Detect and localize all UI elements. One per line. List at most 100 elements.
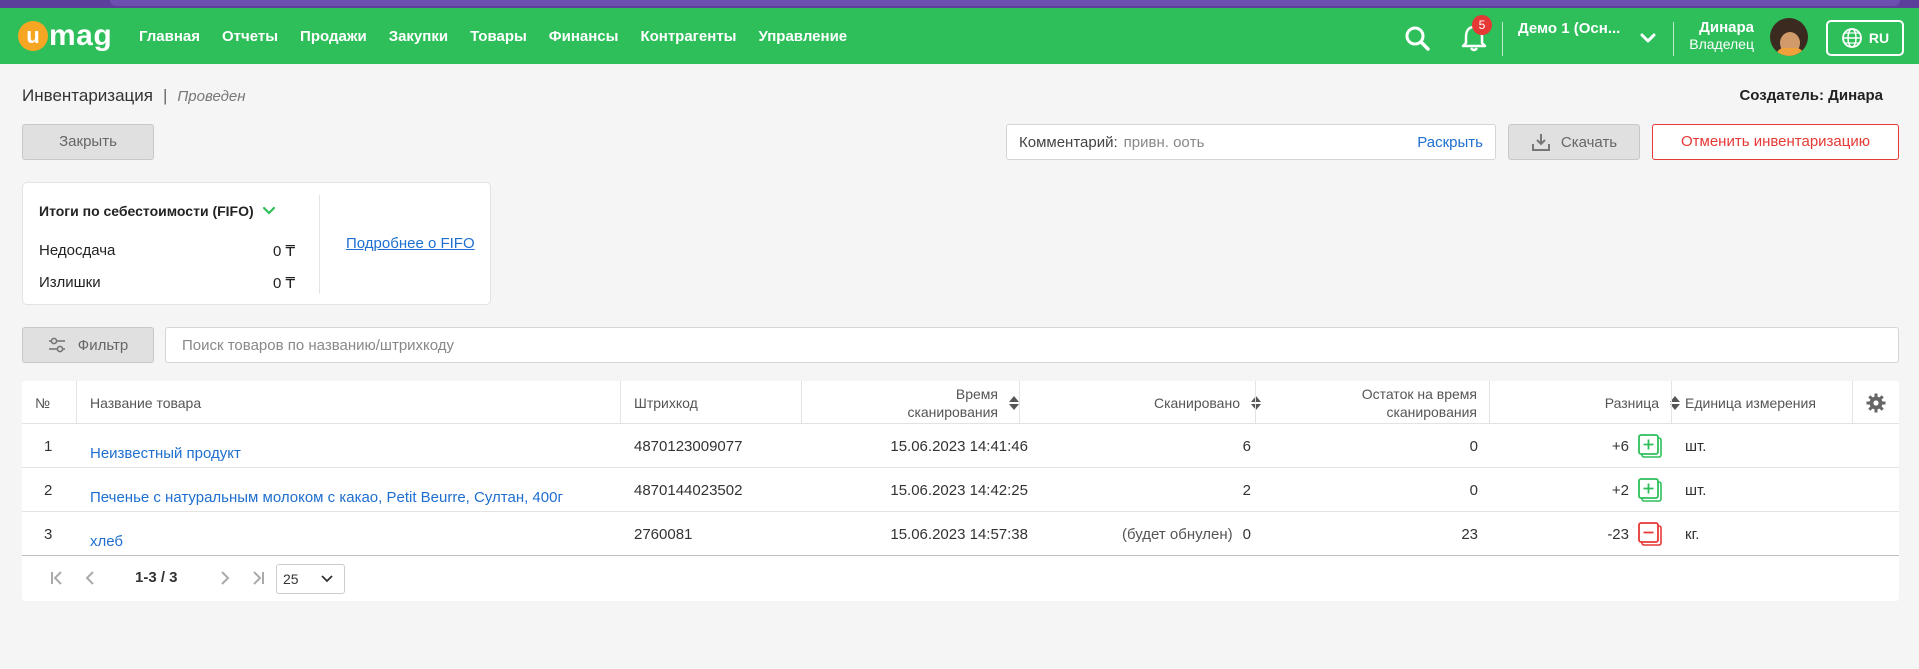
menu-item-reports[interactable]: Отчеты: [222, 28, 278, 45]
user-info[interactable]: Динара Владелец: [1680, 19, 1754, 53]
col-divider: [1255, 381, 1256, 424]
row-scanned: 6: [1032, 424, 1251, 468]
chevron-down-icon: [262, 206, 275, 215]
sliders-icon: [48, 337, 65, 353]
inventory-table: № Название товара Штрихкод Время сканиро…: [22, 381, 1899, 601]
row-barcode: 2760081: [634, 525, 693, 543]
download-button[interactable]: Скачать: [1508, 124, 1640, 160]
row-unit: кг.: [1685, 525, 1700, 543]
avatar[interactable]: [1770, 18, 1808, 56]
comment-field[interactable]: Комментарий: привн. оoть Раскрыть: [1006, 124, 1496, 160]
notification-badge: 5: [1472, 15, 1492, 35]
row-scanned: 2: [1032, 468, 1251, 512]
row-scanned: (будет обнулен) 0: [1032, 512, 1251, 556]
page-title-text: Инвентаризация: [22, 86, 153, 105]
table-row[interactable]: 2 Печенье с натуральным молоком с какао,…: [22, 468, 1899, 512]
fifo-more-link[interactable]: Подробнее о FIFO: [346, 235, 475, 252]
col-divider: [620, 381, 621, 424]
gear-icon[interactable]: [1866, 393, 1886, 413]
menu-item-counterparties[interactable]: Контрагенты: [640, 28, 736, 45]
row-diff: -23: [1502, 512, 1663, 556]
search-icon[interactable]: [1403, 24, 1431, 52]
col-scanned[interactable]: Сканировано: [1032, 381, 1262, 424]
page-range: 1-3 / 3: [135, 569, 178, 586]
col-name: Название товара: [90, 394, 202, 411]
product-link[interactable]: хлеб: [90, 512, 123, 556]
col-scan-time-line1: Время: [955, 385, 998, 402]
logo-circle: u: [18, 21, 48, 51]
row-unit: шт.: [1685, 437, 1707, 455]
product-link[interactable]: Неизвестный продукт: [90, 424, 241, 468]
col-stock-line1: Остаток на время: [1361, 385, 1477, 402]
status-badge: Проведен: [177, 88, 246, 105]
table-header: № Название товара Штрихкод Время сканиро…: [22, 381, 1899, 424]
last-page-icon[interactable]: [249, 568, 267, 588]
col-divider: [76, 381, 77, 424]
first-page-icon[interactable]: [48, 568, 66, 588]
user-name: Динара: [1699, 19, 1754, 36]
comment-label: Комментарий:: [1019, 133, 1118, 151]
menu-item-sales[interactable]: Продажи: [300, 28, 367, 45]
page-size-select[interactable]: 25: [276, 564, 345, 594]
pagination: 1-3 / 3 25: [22, 557, 1899, 601]
umag-logo[interactable]: u mag: [18, 19, 112, 53]
download-icon: [1531, 134, 1550, 151]
row-barcode: 4870123009077: [634, 437, 743, 455]
next-page-icon[interactable]: [218, 568, 232, 588]
row-scan-time: 15.06.2023 14:57:38: [890, 525, 1028, 543]
col-divider: [1852, 381, 1853, 424]
col-scan-time[interactable]: Время сканирования: [812, 381, 1020, 424]
filter-button[interactable]: Фильтр: [22, 327, 154, 363]
language-switcher[interactable]: RU: [1826, 20, 1904, 56]
col-divider: [1489, 381, 1490, 424]
fifo-title: Итоги по себестоимости (FIFO): [39, 203, 254, 219]
row-barcode: 4870144023502: [634, 481, 743, 499]
nav-separator: [1502, 22, 1503, 56]
row-stock: 0: [1469, 437, 1478, 455]
col-diff[interactable]: Разница: [1502, 381, 1681, 424]
chevron-down-icon[interactable]: [1638, 28, 1658, 48]
plus-icon[interactable]: [1637, 477, 1663, 503]
menu-item-purchases[interactable]: Закупки: [389, 28, 448, 45]
col-divider: [801, 381, 802, 424]
row-diff-value: -23: [1607, 525, 1629, 543]
col-scanned-label: Сканировано: [1153, 394, 1240, 411]
row-num: 2: [44, 481, 53, 499]
fifo-summary-card: Итоги по себестоимости (FIFO) Недосдача …: [22, 182, 491, 305]
page-size-value: 25: [283, 571, 299, 587]
col-diff-label: Разница: [1604, 394, 1659, 411]
globe-icon: [1841, 28, 1862, 48]
prev-page-icon[interactable]: [83, 568, 97, 588]
col-barcode: Штрихкод: [634, 394, 698, 411]
title-divider: |: [162, 86, 168, 105]
fifo-divider: [319, 195, 320, 294]
download-label: Скачать: [1560, 133, 1618, 151]
fifo-surplus-row: Излишки 0 ₸: [39, 274, 295, 292]
comment-value: привн. оoть: [1123, 133, 1205, 151]
menu-item-home[interactable]: Главная: [139, 28, 200, 45]
store-selector[interactable]: Демо 1 (Осн...: [1518, 20, 1646, 37]
row-diff-value: +2: [1611, 481, 1629, 499]
menu-item-management[interactable]: Управление: [758, 28, 847, 45]
page-title: Инвентаризация | Проведен: [22, 86, 246, 106]
table-row[interactable]: 3 хлеб 2760081 15.06.2023 14:57:38 (буде…: [22, 512, 1899, 556]
product-search-input[interactable]: Поиск товаров по названию/штрихкоду: [165, 327, 1899, 363]
fifo-toggle[interactable]: Итоги по себестоимости (FIFO): [39, 203, 276, 219]
cancel-inventory-button[interactable]: Отменить инвентаризацию: [1652, 124, 1899, 160]
row-diff: +2: [1502, 468, 1663, 512]
product-link[interactable]: Печенье с натуральным молоком с какао, P…: [90, 468, 563, 512]
nav-separator: [1673, 22, 1674, 56]
row-scanned-note: (будет обнулен): [1122, 525, 1233, 543]
table-row[interactable]: 1 Неизвестный продукт 4870123009077 15.0…: [22, 424, 1899, 468]
menu-item-products[interactable]: Товары: [470, 28, 527, 45]
row-diff: +6: [1502, 424, 1663, 468]
close-button[interactable]: Закрыть: [22, 124, 154, 160]
plus-icon[interactable]: [1637, 433, 1663, 459]
user-role: Владелец: [1689, 36, 1754, 52]
menu-item-finance[interactable]: Финансы: [549, 28, 619, 45]
minus-icon[interactable]: [1637, 521, 1663, 547]
fifo-shortage-row: Недосдача 0 ₸: [39, 242, 295, 260]
row-scanned-value: 0: [1242, 525, 1251, 543]
top-strip: [0, 0, 1919, 8]
comment-expand-link[interactable]: Раскрыть: [1417, 134, 1483, 151]
